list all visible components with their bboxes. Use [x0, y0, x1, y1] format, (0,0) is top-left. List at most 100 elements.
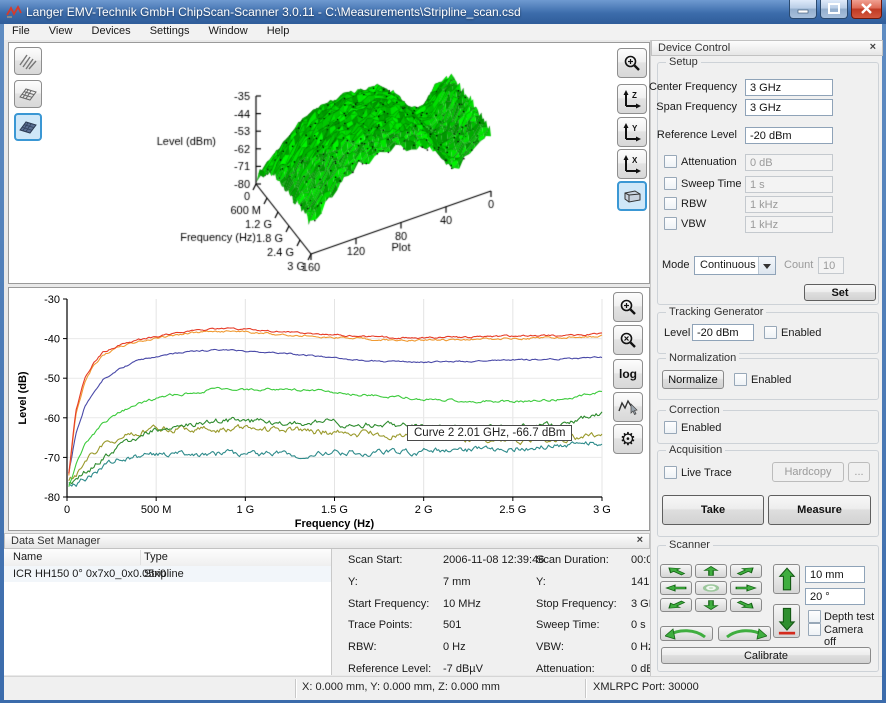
- move-up-left-button[interactable]: [660, 564, 692, 578]
- home-center-button[interactable]: [695, 581, 727, 595]
- view-along-z-button[interactable]: Z: [617, 84, 647, 114]
- normalize-button[interactable]: Normalize: [662, 370, 724, 389]
- move-up-right-button[interactable]: [730, 564, 762, 578]
- take-button[interactable]: Take: [662, 495, 764, 525]
- zoom-3d-button[interactable]: [617, 48, 647, 78]
- normalization-enabled-label: Enabled: [751, 374, 791, 386]
- scan-info-value: 501: [443, 619, 536, 641]
- surface-plot-panel: Z Y X: [8, 42, 650, 284]
- depth-test-checkbox[interactable]: [808, 610, 821, 623]
- scanner-label: Scanner: [666, 539, 713, 551]
- surface-style-solid-button[interactable]: [14, 113, 42, 141]
- center-frequency-label: Center Frequency: [649, 81, 737, 93]
- move-down-button[interactable]: [695, 598, 727, 612]
- app-icon: [6, 4, 22, 20]
- span-frequency-field[interactable]: [745, 99, 833, 116]
- move-down-right-button[interactable]: [730, 598, 762, 612]
- center-frequency-field[interactable]: [745, 79, 833, 96]
- device-control-close-icon[interactable]: ×: [870, 41, 876, 53]
- attenuation-field: [745, 154, 833, 171]
- title-bar: Langer EMV-Technik GmbH ChipScan-Scanner…: [0, 0, 886, 24]
- dataset-manager-close-icon[interactable]: ×: [637, 534, 643, 546]
- tracking-enabled-checkbox[interactable]: [764, 326, 777, 339]
- surface-plot-canvas[interactable]: [55, 45, 625, 283]
- svg-text:Frequency (Hz): Frequency (Hz): [295, 518, 375, 530]
- svg-text:2.5 G: 2.5 G: [499, 504, 526, 516]
- log-scale-button[interactable]: log: [613, 359, 643, 389]
- rotate-ccw-button[interactable]: [660, 626, 713, 641]
- sweep-time-field: [745, 176, 833, 193]
- level-vs-frequency-chart[interactable]: 0500 M1 G1.5 G2 G2.5 G3 G-30-40-50-60-70…: [10, 289, 610, 531]
- magnifier-plus-icon: [619, 298, 637, 316]
- zoom-in-2d-button[interactable]: [613, 292, 643, 322]
- reference-level-field[interactable]: [745, 127, 833, 144]
- surface-style-mesh-button[interactable]: [14, 80, 42, 108]
- tracking-generator-group: Tracking Generator Level Enabled: [657, 312, 879, 354]
- surface-style-lines-button[interactable]: [14, 47, 42, 75]
- view-along-y-button[interactable]: Y: [617, 117, 647, 147]
- rotate-cw-button[interactable]: [718, 626, 771, 641]
- menu-item-help[interactable]: Help: [259, 24, 298, 40]
- svg-text:Z: Z: [632, 91, 637, 100]
- move-down-left-button[interactable]: [660, 598, 692, 612]
- close-button[interactable]: [851, 0, 882, 19]
- menu-item-view[interactable]: View: [41, 24, 81, 40]
- magnifier-plus-icon: [623, 54, 641, 72]
- mesh-surface-icon: [18, 84, 38, 104]
- move-right-button[interactable]: [730, 581, 762, 595]
- status-separator: [585, 679, 586, 698]
- angle-step-field[interactable]: [805, 588, 865, 605]
- scan-info-value: 2006-11-08 12:39:46: [443, 554, 536, 576]
- normalization-enabled-checkbox[interactable]: [734, 373, 747, 386]
- mode-dropdown[interactable]: Continuous: [694, 256, 776, 275]
- move-up-button[interactable]: [695, 564, 727, 578]
- scan-info-value: 0 Hz: [443, 641, 536, 663]
- calibrate-button[interactable]: Calibrate: [661, 647, 871, 664]
- scan-info-label: Scan Duration:: [536, 554, 631, 576]
- probe-up-button[interactable]: [773, 564, 800, 594]
- menu-bar: File View Devices Settings Window Help: [4, 24, 882, 41]
- dataset-manager-title: Data Set Manager: [11, 535, 100, 547]
- minimize-button[interactable]: [789, 0, 817, 19]
- column-header-name[interactable]: Name: [13, 551, 42, 563]
- scan-info-value: 10 MHz: [443, 598, 536, 620]
- plot-settings-button[interactable]: ⚙: [613, 424, 643, 454]
- camera-off-checkbox[interactable]: [808, 623, 821, 636]
- correction-enabled-checkbox[interactable]: [664, 421, 677, 434]
- menu-item-window[interactable]: Window: [201, 24, 256, 40]
- log-label: log: [619, 367, 637, 381]
- vbw-label: VBW: [681, 218, 706, 230]
- menu-item-file[interactable]: File: [4, 24, 38, 40]
- tracking-level-field[interactable]: [692, 324, 754, 341]
- rbw-checkbox[interactable]: [664, 197, 677, 210]
- scan-info-label: Trace Points:: [348, 619, 443, 641]
- view-along-x-button[interactable]: X: [617, 149, 647, 179]
- maximize-button[interactable]: [820, 0, 848, 19]
- left-arrow-icon: [663, 582, 689, 594]
- menu-item-settings[interactable]: Settings: [142, 24, 198, 40]
- step-size-field[interactable]: [805, 566, 865, 583]
- status-separator: [295, 679, 296, 698]
- dropdown-arrow-area: [758, 257, 775, 274]
- curve-tooltip: Curve 2 2.01 GHz, -66.7 dBm: [407, 425, 572, 441]
- scan-info-panel: Scan Start: 2006-11-08 12:39:46 Scan Dur…: [332, 549, 650, 675]
- live-trace-checkbox[interactable]: [664, 466, 677, 479]
- svg-text:-50: -50: [44, 373, 60, 385]
- menu-item-devices[interactable]: Devices: [84, 24, 139, 40]
- column-header-type[interactable]: Type: [144, 551, 168, 563]
- measure-button[interactable]: Measure: [768, 495, 871, 525]
- sweep-time-checkbox[interactable]: [664, 177, 677, 190]
- zoom-reset-2d-button[interactable]: [613, 325, 643, 355]
- rbw-label: RBW: [681, 198, 707, 210]
- move-left-button[interactable]: [660, 581, 692, 595]
- column-divider[interactable]: [140, 550, 141, 565]
- table-row[interactable]: ICR HH150 0° 0x7x0_0x0.05x0 Stripline: [4, 566, 331, 582]
- probe-down-button[interactable]: [773, 604, 800, 638]
- perspective-view-button[interactable]: [617, 181, 647, 211]
- scan-info-label: Sweep Time:: [536, 619, 631, 641]
- vbw-checkbox[interactable]: [664, 217, 677, 230]
- attenuation-checkbox[interactable]: [664, 155, 677, 168]
- live-trace-label: Live Trace: [681, 467, 732, 479]
- set-button[interactable]: Set: [804, 284, 876, 301]
- trace-picker-button[interactable]: [613, 392, 643, 422]
